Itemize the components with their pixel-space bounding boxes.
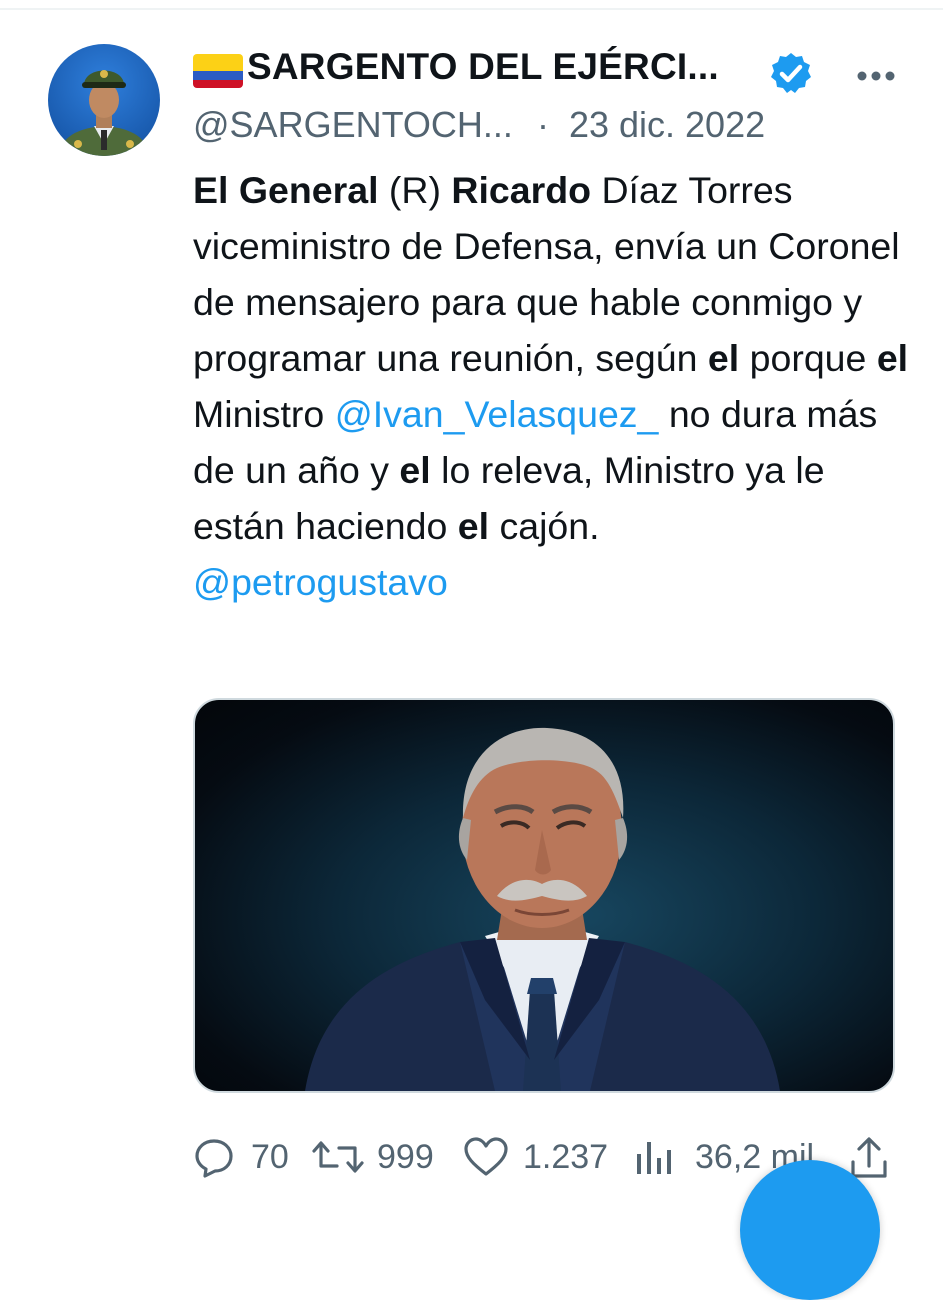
more-options-icon[interactable]	[853, 54, 899, 94]
mention-link[interactable]: @Ivan_Velasquez_	[335, 393, 659, 435]
mention-link[interactable]: @petrogustavo	[193, 561, 448, 603]
retweet-icon	[312, 1141, 364, 1173]
text: cajón.	[489, 505, 600, 547]
tweet-header: SARGENTO DEL EJÉRCI...	[193, 44, 913, 104]
top-divider	[0, 0, 943, 10]
tweet-date[interactable]: 23 dic. 2022	[569, 104, 765, 145]
share-icon	[851, 1137, 887, 1178]
text-bold: El General	[193, 169, 379, 211]
views-chart-icon	[637, 1142, 671, 1174]
meta-separator: ·	[536, 104, 549, 145]
retweet-button[interactable]: 999	[311, 1128, 451, 1188]
compose-button[interactable]	[740, 1160, 880, 1300]
reply-icon	[195, 1139, 233, 1178]
text-bold: el	[457, 505, 490, 547]
retweet-count: 999	[377, 1138, 434, 1176]
text-bold: el	[876, 337, 909, 379]
tweet-text: El General (R) Ricardo Díaz Torres vicem…	[193, 162, 913, 610]
author-display-name[interactable]: SARGENTO DEL EJÉRCI...	[247, 46, 719, 88]
avatar-portrait-icon	[58, 70, 150, 156]
reply-count: 70	[251, 1138, 289, 1176]
text-bold: el	[707, 337, 740, 379]
text-bold: el	[399, 449, 431, 491]
like-button[interactable]: 1.237	[463, 1128, 623, 1188]
text-bold: Ricardo	[451, 169, 592, 211]
text: Ministro	[193, 393, 335, 435]
author-handle[interactable]: @SARGENTOCH...	[193, 104, 513, 145]
reply-button[interactable]: 70	[193, 1128, 303, 1188]
tweet-media-image[interactable]	[193, 698, 895, 1093]
heart-icon	[464, 1137, 508, 1176]
text: (R)	[378, 169, 452, 211]
colombia-flag-icon	[193, 54, 243, 88]
tweet-meta: @SARGENTOCH... · 23 dic. 2022	[193, 104, 765, 146]
text: porque	[739, 337, 877, 379]
like-count: 1.237	[523, 1138, 609, 1176]
portrait-photo	[305, 727, 780, 1091]
verified-badge-icon[interactable]	[767, 50, 815, 98]
author-avatar[interactable]	[48, 44, 160, 156]
